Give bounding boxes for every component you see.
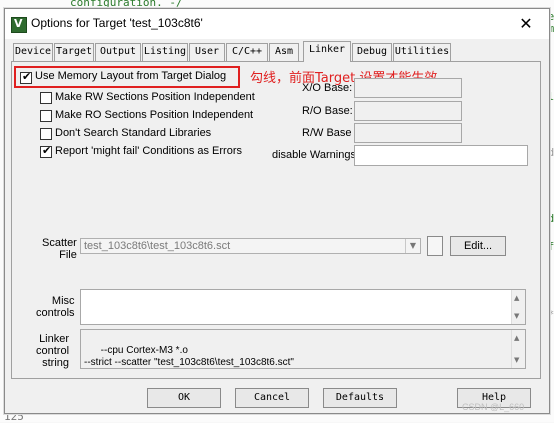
- rw-base-label: R/W Base: [302, 127, 352, 139]
- misc-controls-label: Misc controls: [36, 295, 75, 319]
- tab-output[interactable]: Output: [95, 43, 141, 61]
- tab-target[interactable]: Target: [54, 43, 94, 61]
- scroll-down-icon[interactable]: ▼: [514, 310, 519, 322]
- make-ro-checkbox[interactable]: [40, 110, 52, 122]
- linker-control-text: --cpu Cortex-M3 *.o --strict --scatter "…: [84, 345, 294, 368]
- tab-user[interactable]: User: [189, 43, 225, 61]
- tab-asm[interactable]: Asm: [269, 43, 299, 61]
- ro-base-field[interactable]: [354, 101, 462, 121]
- options-dialog: V Options for Target 'test_103c8t6' ✕ De…: [4, 8, 550, 414]
- scatter-file-value: test_103c8t6\test_103c8t6.sct: [84, 240, 231, 252]
- cancel-button[interactable]: Cancel: [235, 388, 309, 408]
- make-rw-checkbox[interactable]: [40, 92, 52, 104]
- xo-base-label: X/O Base:: [302, 82, 353, 94]
- report-might-fail-checkbox[interactable]: ✔: [40, 144, 52, 158]
- ro-base-label: R/O Base:: [302, 105, 353, 117]
- make-ro-label: Make RO Sections Position Independent: [55, 109, 254, 121]
- linker-panel: ✔ Use Memory Layout from Target Dialog 勾…: [11, 61, 541, 379]
- tab-device[interactable]: Device: [13, 43, 53, 61]
- linker-control-label: Linker control string: [36, 333, 70, 369]
- misc-controls-input[interactable]: ▲ ▼: [80, 289, 526, 325]
- dialog-title: Options for Target 'test_103c8t6': [31, 16, 203, 30]
- rw-base-field[interactable]: [354, 123, 462, 143]
- tab-utilities[interactable]: Utilities: [393, 43, 451, 61]
- make-rw-label: Make RW Sections Position Independent: [55, 91, 255, 103]
- tab-listing[interactable]: Listing: [142, 43, 188, 61]
- defaults-button[interactable]: Defaults: [323, 388, 397, 408]
- chevron-down-icon[interactable]: ▼: [405, 239, 420, 253]
- scatter-file-combo[interactable]: test_103c8t6\test_103c8t6.sct ▼: [80, 238, 421, 254]
- ok-button[interactable]: OK: [147, 388, 221, 408]
- dont-search-libs-checkbox[interactable]: [40, 128, 52, 140]
- title-bar[interactable]: V Options for Target 'test_103c8t6' ✕: [5, 9, 549, 39]
- tab-c-cpp[interactable]: C/C++: [226, 43, 268, 61]
- highlight-box: [14, 66, 240, 88]
- edit-button[interactable]: Edit...: [450, 236, 506, 256]
- disable-warnings-label: disable Warnings:: [272, 149, 360, 161]
- watermark: CSDN @L_660: [462, 402, 525, 412]
- browse-button[interactable]: [427, 236, 443, 256]
- report-might-fail-label: Report 'might fail' Conditions as Errors: [55, 145, 242, 157]
- scrollbar[interactable]: ▲ ▼: [511, 290, 525, 324]
- scatter-file-label: Scatter File: [42, 237, 77, 261]
- scrollbar[interactable]: ▲ ▼: [511, 330, 525, 368]
- close-icon[interactable]: ✕: [513, 13, 539, 35]
- disable-warnings-input[interactable]: [354, 145, 528, 166]
- dont-search-libs-label: Don't Search Standard Libraries: [55, 127, 212, 139]
- scroll-up-icon[interactable]: ▲: [514, 332, 519, 344]
- xo-base-field[interactable]: [354, 78, 462, 98]
- scroll-down-icon[interactable]: ▼: [514, 354, 519, 366]
- tab-linker[interactable]: Linker: [303, 41, 351, 62]
- tab-debug[interactable]: Debug: [352, 43, 392, 61]
- checkmark-icon: ✔: [42, 144, 52, 157]
- linker-control-string: --cpu Cortex-M3 *.o --strict --scatter "…: [80, 329, 526, 369]
- scroll-up-icon[interactable]: ▲: [514, 292, 519, 304]
- app-icon: V: [11, 17, 27, 33]
